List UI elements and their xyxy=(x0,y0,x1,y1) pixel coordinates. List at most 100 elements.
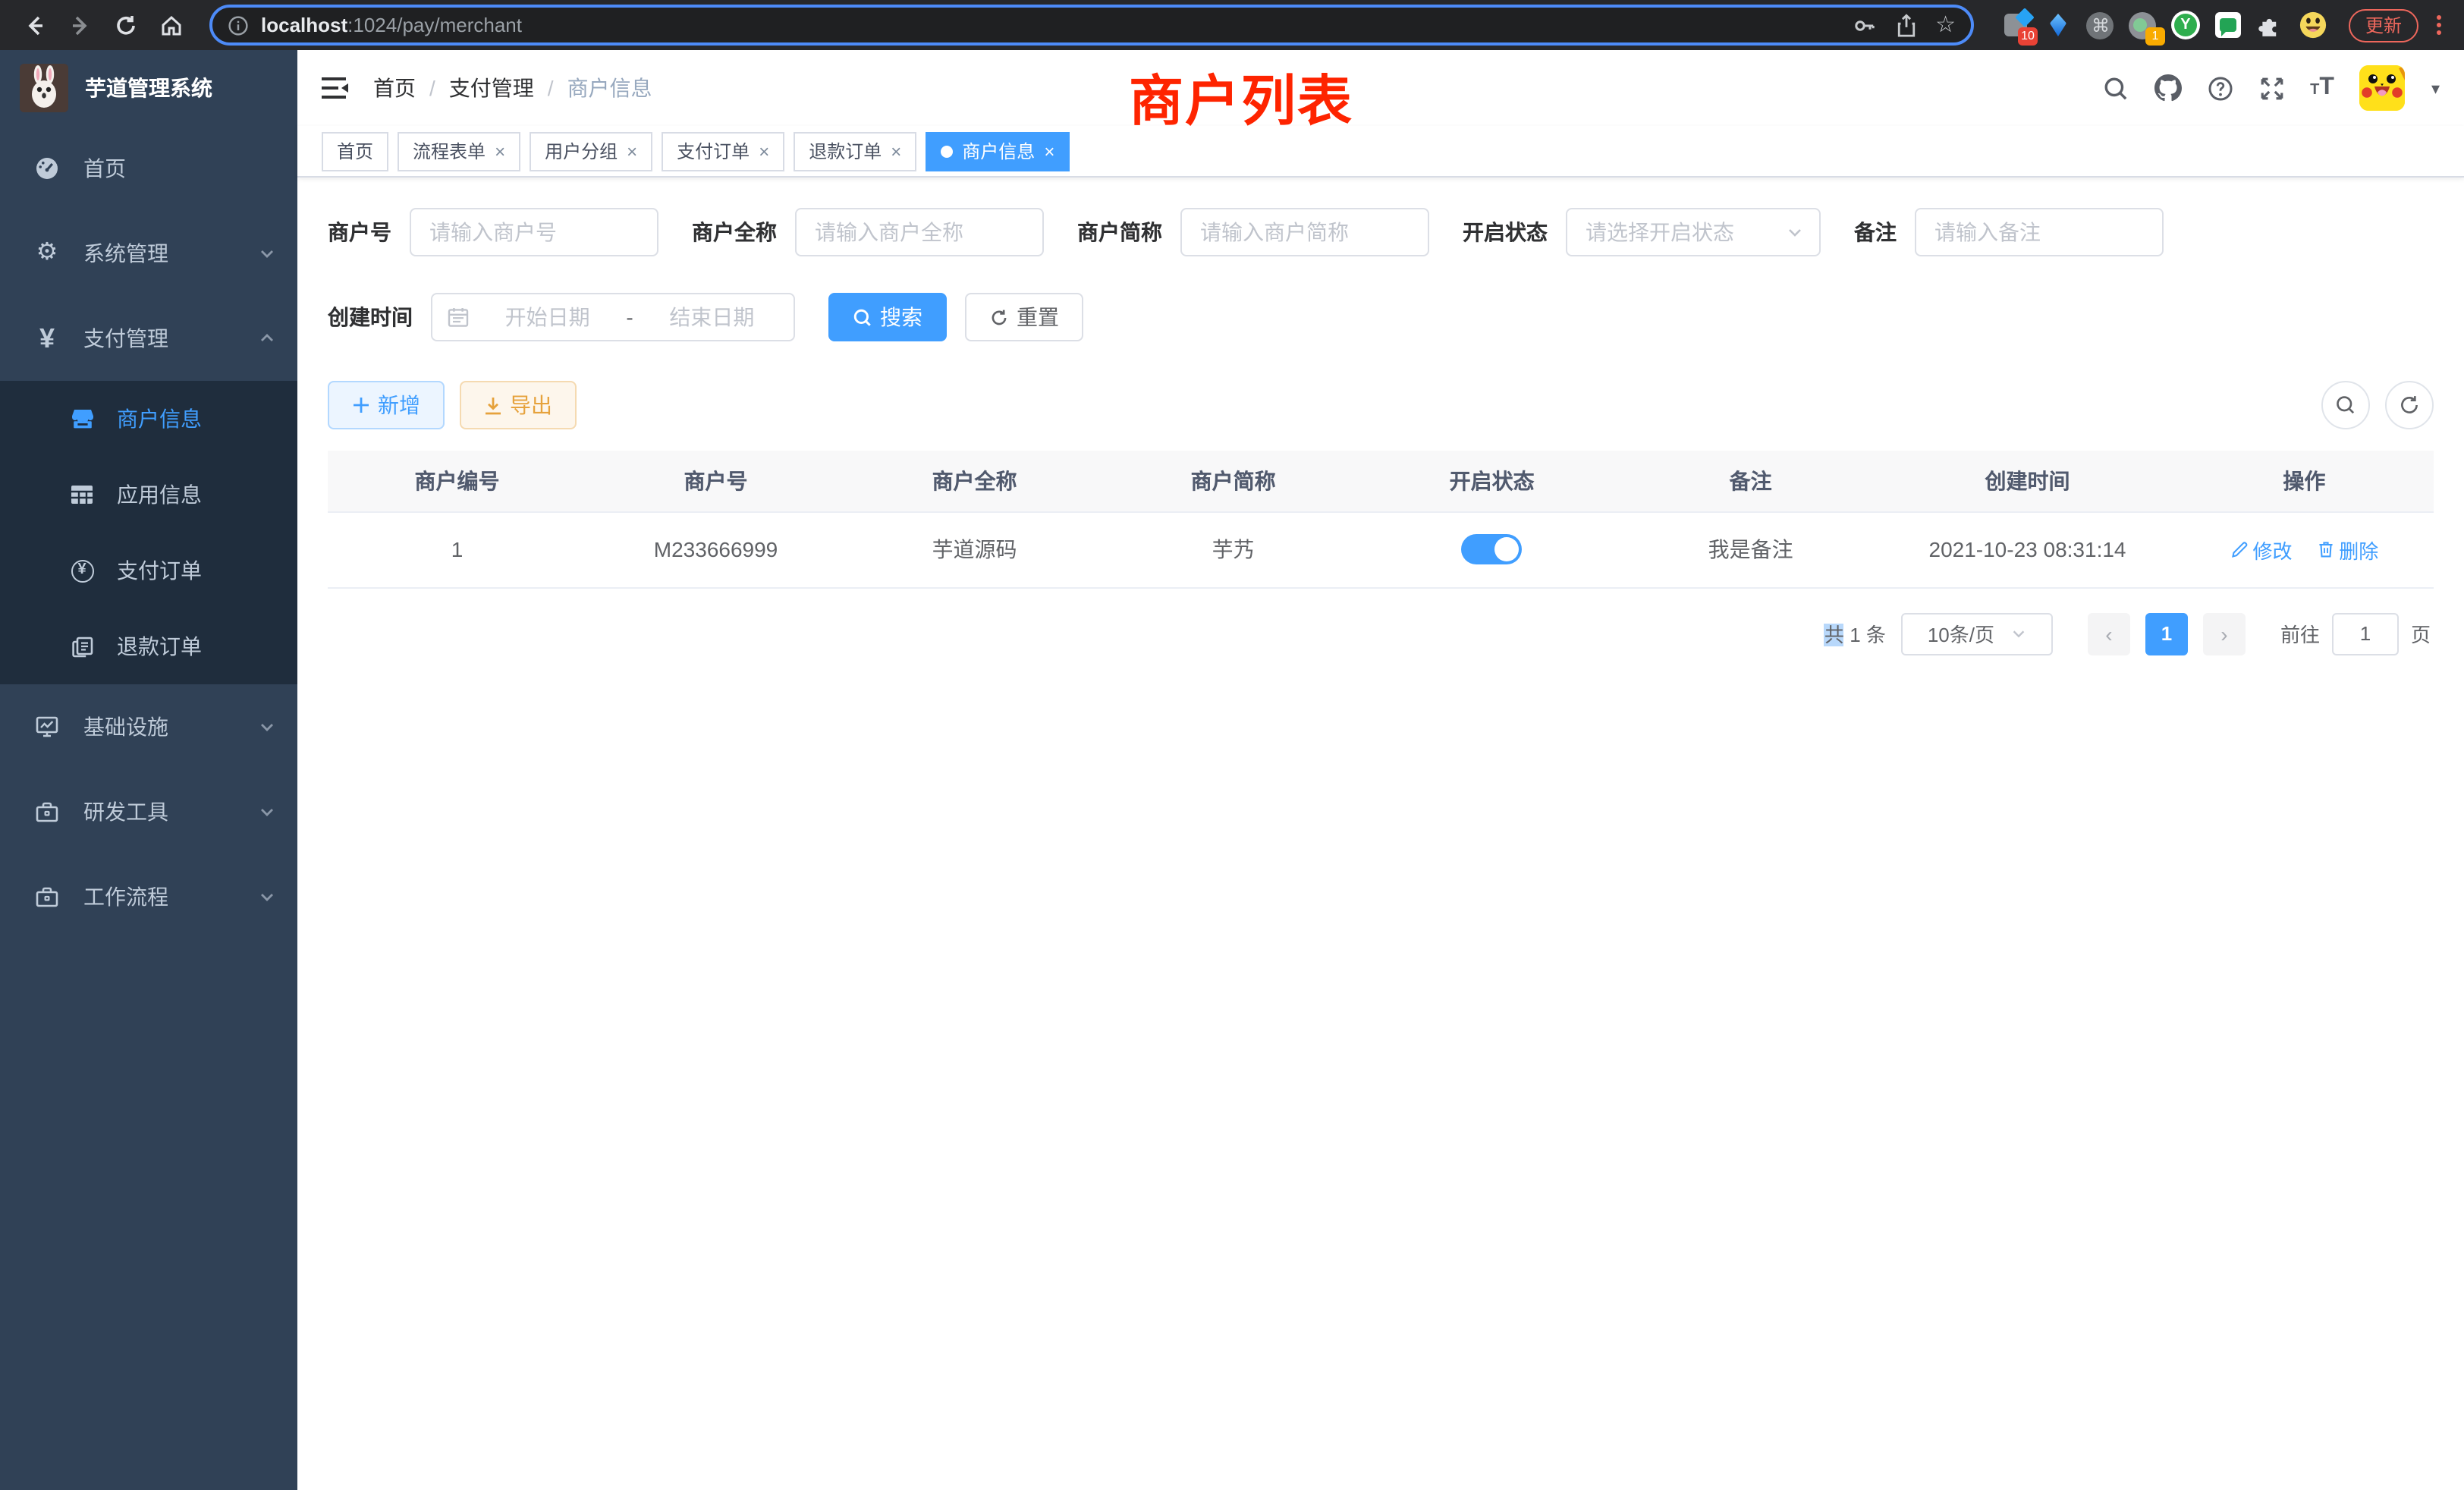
edit-link[interactable]: 修改 xyxy=(2230,535,2292,564)
top-navbar: 首页 / 支付管理 / 商户信息 xyxy=(297,50,2464,126)
sidebar-collapse-icon[interactable] xyxy=(322,76,349,100)
extension-tampermonkey-icon[interactable]: 10 xyxy=(2001,11,2030,39)
page-size-select[interactable]: 10条/页 xyxy=(1901,612,2053,655)
app-title: 芋道管理系统 xyxy=(85,73,212,103)
monitor-icon xyxy=(29,715,65,739)
browser-home-button[interactable] xyxy=(152,5,191,45)
merchant-short-name-input[interactable] xyxy=(1180,208,1429,256)
extension-recorder-icon[interactable]: 1 xyxy=(2129,11,2158,39)
extension-y-icon[interactable]: Y xyxy=(2171,11,2200,39)
sidebar-item-refund-orders[interactable]: 退款订单 xyxy=(0,608,297,684)
extension-chat-icon[interactable] xyxy=(2214,11,2242,39)
filter-form: 商户号 商户全称 商户简称 开启状态 请选择开启状态 xyxy=(328,208,2434,378)
close-icon[interactable]: × xyxy=(1044,142,1054,160)
extensions-puzzle-icon[interactable] xyxy=(2256,11,2285,39)
breadcrumb-home[interactable]: 首页 xyxy=(373,73,416,103)
close-icon[interactable]: × xyxy=(891,142,901,160)
total-count: 共 1 条 xyxy=(1824,619,1886,648)
search-button[interactable]: 搜索 xyxy=(828,293,947,341)
show-search-button[interactable] xyxy=(2321,381,2370,429)
forward-icon xyxy=(68,13,93,37)
tab-refund-orders[interactable]: 退款订单 × xyxy=(794,131,916,171)
close-icon[interactable]: × xyxy=(495,142,505,160)
goto-page-input[interactable] xyxy=(2332,612,2399,655)
sidebar-item-merchant-info[interactable]: 商户信息 xyxy=(0,381,297,457)
close-icon[interactable]: × xyxy=(627,142,637,160)
reset-button[interactable]: 重置 xyxy=(965,293,1083,341)
font-size-icon[interactable]: TT xyxy=(2310,76,2334,100)
store-icon xyxy=(65,407,99,431)
user-avatar[interactable] xyxy=(2360,65,2406,111)
table-toolbar: 新增 导出 xyxy=(328,381,2434,429)
status-select[interactable]: 请选择开启状态 xyxy=(1566,208,1821,256)
pagination: 共 1 条 10条/页 ‹ 1 › 前往 页 xyxy=(328,612,2431,655)
url-path: :1024/pay/merchant xyxy=(347,14,522,36)
delete-link[interactable]: 删除 xyxy=(2316,535,2378,564)
page-title-annotation: 商户列表 xyxy=(1129,58,1353,137)
help-icon[interactable] xyxy=(2207,75,2233,101)
goto-suffix: 页 xyxy=(2411,619,2431,648)
sidebar-item-system[interactable]: ⚙ 系统管理 xyxy=(0,211,297,296)
export-button[interactable]: 导出 xyxy=(460,381,577,429)
password-key-icon[interactable] xyxy=(1852,13,1876,37)
active-dot-icon xyxy=(941,145,953,157)
next-page-button[interactable]: › xyxy=(2203,612,2246,655)
page-number-1[interactable]: 1 xyxy=(2145,612,2188,655)
sidebar-item-workflow[interactable]: 工作流程 xyxy=(0,854,297,939)
tab-home[interactable]: 首页 xyxy=(322,131,388,171)
merchant-no-input[interactable] xyxy=(410,208,658,256)
download-icon xyxy=(484,395,502,415)
search-icon[interactable] xyxy=(2102,75,2128,101)
chevron-down-icon xyxy=(2010,625,2026,642)
github-icon[interactable] xyxy=(2154,74,2181,102)
cell-merchant-id: 1 xyxy=(328,511,586,587)
extensions-area: 10 ⌘ 1 Y xyxy=(1992,11,2337,39)
breadcrumb-payment[interactable]: 支付管理 xyxy=(449,73,534,103)
create-time-range-picker[interactable]: 开始日期 - 结束日期 xyxy=(431,293,795,341)
extension-kite-icon[interactable] xyxy=(2044,11,2073,39)
browser-menu-icon[interactable] xyxy=(2428,12,2449,38)
tab-merchant-info[interactable]: 商户信息 × xyxy=(926,131,1070,171)
grid-icon xyxy=(65,484,99,505)
address-bar[interactable]: localhost:1024/pay/merchant ☆ xyxy=(209,5,1974,46)
app-logo[interactable]: 芋道管理系统 xyxy=(0,50,297,126)
tab-process-form[interactable]: 流程表单 × xyxy=(398,131,520,171)
select-placeholder: 请选择开启状态 xyxy=(1586,217,1786,247)
table-row: 1 M233666999 芋道源码 芋艿 我是备注 2021-10-23 08:… xyxy=(328,511,2434,587)
sidebar-item-infrastructure[interactable]: 基础设施 xyxy=(0,684,297,769)
merchant-full-name-input[interactable] xyxy=(795,208,1044,256)
prev-page-button[interactable]: ‹ xyxy=(2088,612,2130,655)
profile-avatar-icon[interactable] xyxy=(2299,11,2327,39)
chevron-down-icon xyxy=(1786,223,1804,241)
extension-command-icon[interactable]: ⌘ xyxy=(2086,11,2115,39)
sidebar-item-label: 研发工具 xyxy=(83,797,168,827)
sidebar-item-app-info[interactable]: 应用信息 xyxy=(0,457,297,533)
sidebar-item-payment[interactable]: ¥ 支付管理 xyxy=(0,296,297,381)
sidebar-item-label: 应用信息 xyxy=(117,479,202,510)
status-toggle[interactable] xyxy=(1462,534,1523,564)
tab-label: 首页 xyxy=(337,138,373,164)
browser-back-button[interactable] xyxy=(15,5,55,45)
screen: localhost:1024/pay/merchant ☆ 10 ⌘ 1 Y xyxy=(0,0,2464,1490)
bookmark-star-icon[interactable]: ☆ xyxy=(1935,14,1956,36)
refresh-table-button[interactable] xyxy=(2385,381,2434,429)
close-icon[interactable]: × xyxy=(759,142,769,160)
browser-update-button[interactable]: 更新 xyxy=(2349,8,2418,42)
browser-reload-button[interactable] xyxy=(106,5,146,45)
share-icon[interactable] xyxy=(1894,13,1917,37)
fullscreen-icon[interactable] xyxy=(2258,75,2284,101)
sidebar-item-label: 工作流程 xyxy=(83,882,168,912)
tab-user-group[interactable]: 用户分组 × xyxy=(530,131,652,171)
browser-forward-button[interactable] xyxy=(61,5,100,45)
sidebar-item-label: 退款订单 xyxy=(117,631,202,662)
add-button[interactable]: 新增 xyxy=(328,381,445,429)
sidebar-item-pay-orders[interactable]: ¥ 支付订单 xyxy=(0,533,297,608)
site-info-icon[interactable] xyxy=(228,14,249,36)
tab-pay-orders[interactable]: 支付订单 × xyxy=(662,131,784,171)
sidebar-item-home[interactable]: 首页 xyxy=(0,126,297,211)
field-label: 商户号 xyxy=(328,217,391,247)
cell-create-time: 2021-10-23 08:31:14 xyxy=(1880,511,2175,587)
caret-down-icon[interactable]: ▾ xyxy=(2431,78,2440,98)
sidebar-item-dev-tools[interactable]: 研发工具 xyxy=(0,769,297,854)
remark-input[interactable] xyxy=(1915,208,2164,256)
